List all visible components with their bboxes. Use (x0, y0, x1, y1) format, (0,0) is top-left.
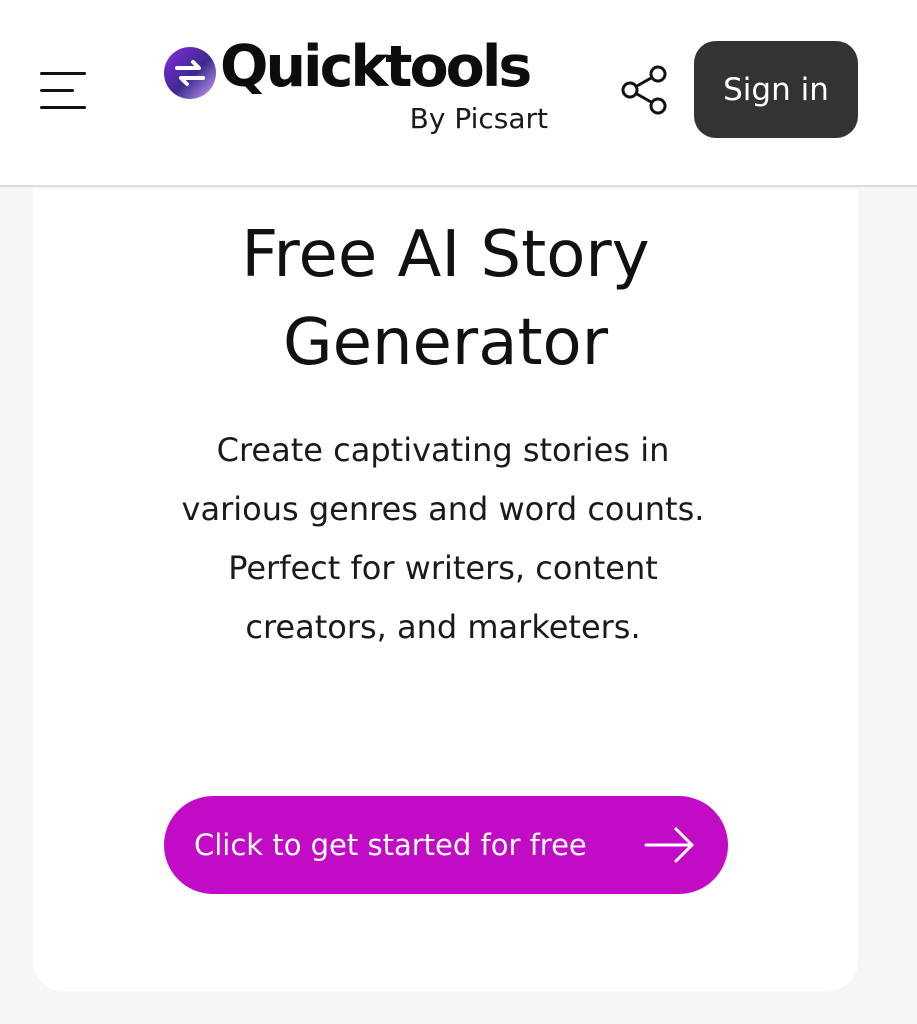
get-started-label: Click to get started for free (194, 828, 587, 862)
logo-subtitle: By Picsart (409, 102, 548, 135)
page-title: Free AI Story Generator (33, 211, 858, 387)
menu-line (40, 89, 74, 92)
title-line-2: Generator (283, 306, 608, 380)
hero-description: Create captivating stories in various ge… (181, 431, 705, 646)
menu-line (40, 106, 86, 109)
title-line-1: Free AI Story (241, 218, 650, 292)
quicktools-logo-icon (164, 47, 216, 99)
arrow-right-icon (644, 827, 694, 863)
menu-line (40, 72, 86, 75)
top-header: Quicktools By Picsart Sign in (0, 0, 917, 187)
quicktools-logo[interactable]: Quicktools By Picsart (160, 34, 560, 152)
hamburger-menu-icon[interactable] (28, 58, 98, 122)
sign-in-button[interactable]: Sign in (694, 41, 858, 138)
logo-wordmark: Quicktools (220, 34, 532, 100)
hero-card: Free AI Story Generator Create captivati… (33, 189, 858, 991)
get-started-button[interactable]: Click to get started for free (164, 796, 728, 894)
share-icon[interactable] (616, 62, 672, 118)
